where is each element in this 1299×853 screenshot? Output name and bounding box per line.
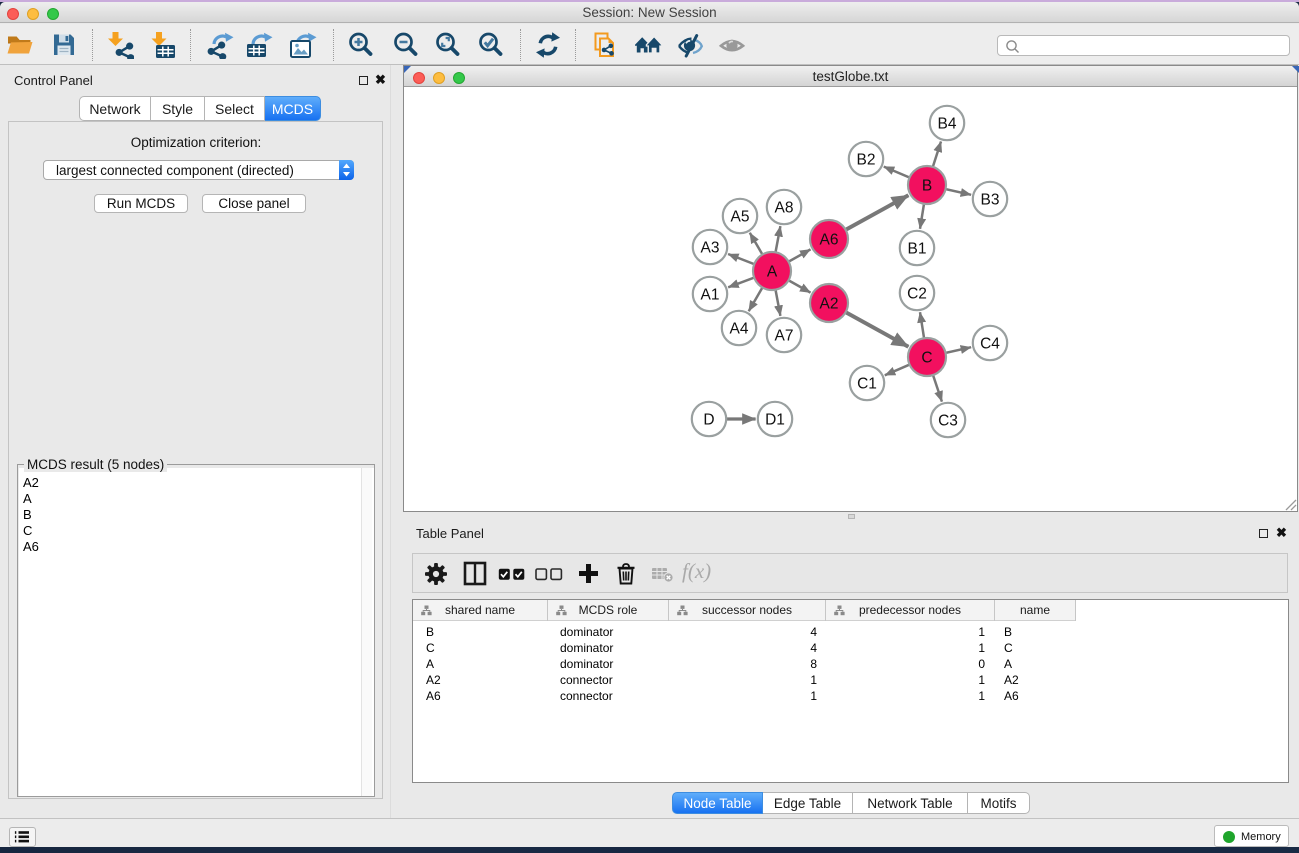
svg-text:A4: A4 (730, 321, 749, 338)
svg-text:B1: B1 (908, 241, 927, 258)
svg-text:A6: A6 (820, 232, 839, 249)
svg-text:A2: A2 (820, 296, 839, 313)
svg-text:C: C (921, 350, 932, 367)
svg-text:D: D (703, 412, 714, 429)
svg-text:A: A (767, 264, 778, 281)
svg-text:A1: A1 (701, 287, 720, 304)
svg-text:B4: B4 (938, 116, 957, 133)
svg-text:A7: A7 (775, 328, 794, 345)
svg-text:B: B (922, 178, 932, 195)
svg-text:C4: C4 (980, 336, 1000, 353)
svg-text:B2: B2 (857, 152, 876, 169)
svg-text:C1: C1 (857, 376, 877, 393)
svg-text:A3: A3 (701, 240, 720, 257)
svg-text:A8: A8 (775, 200, 794, 217)
svg-text:D1: D1 (765, 412, 785, 429)
svg-text:B3: B3 (981, 192, 1000, 209)
svg-text:C2: C2 (907, 286, 927, 303)
svg-text:A5: A5 (731, 209, 750, 226)
svg-text:C3: C3 (938, 413, 958, 430)
